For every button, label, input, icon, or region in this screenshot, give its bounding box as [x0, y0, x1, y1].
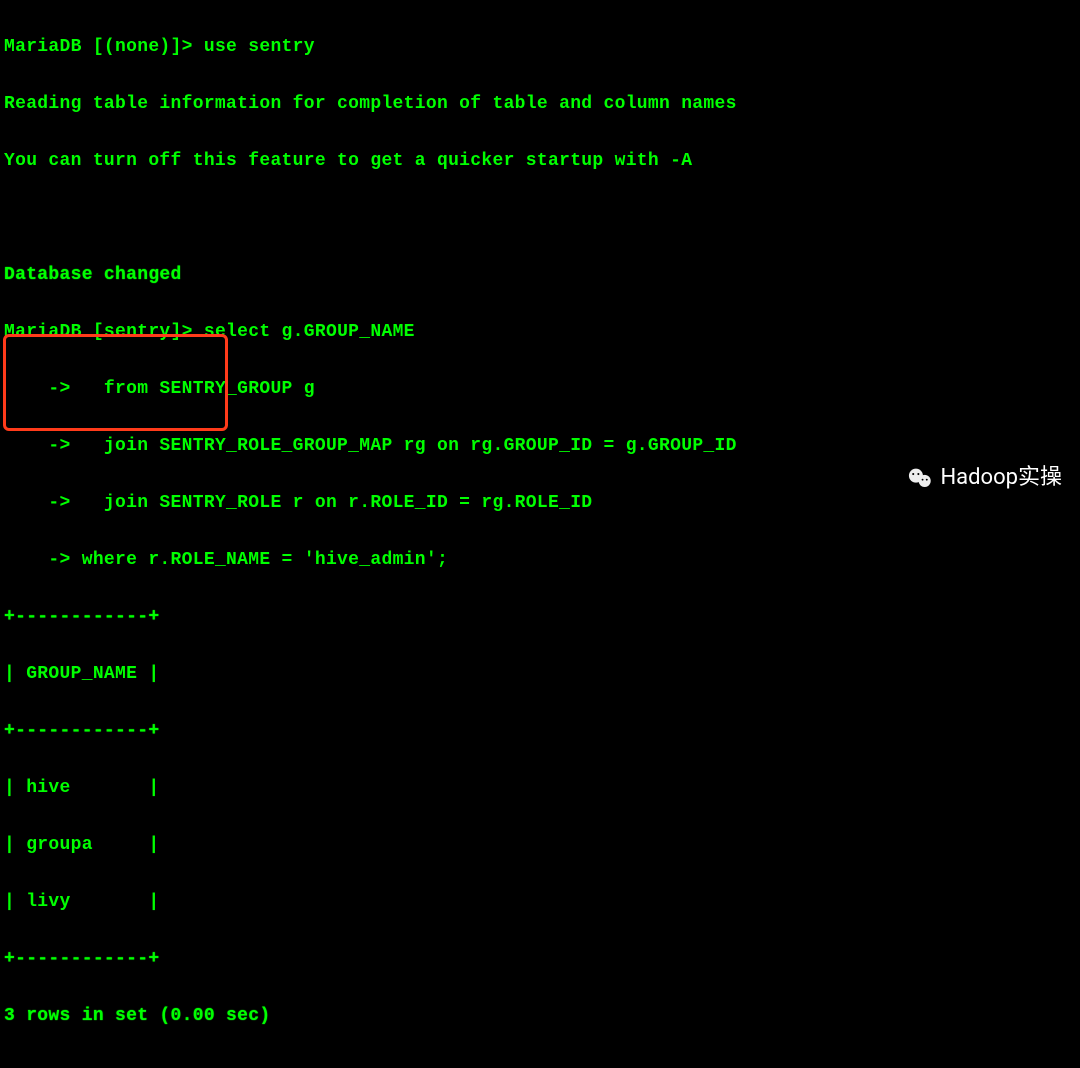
msg-turnoff: You can turn off this feature to get a q…: [4, 147, 1076, 176]
table-sep-bot: +------------+: [4, 945, 1076, 974]
query-l5: where r.ROLE_NAME = 'hive_admin';: [82, 550, 448, 570]
watermark: Hadoop实操: [906, 464, 1062, 493]
result-summary: 3 rows in set (0.00 sec): [4, 1002, 1076, 1031]
blank-line: [4, 1059, 1076, 1068]
prompt-sentry: MariaDB [sentry]>: [4, 322, 204, 342]
query-l3: join SENTRY_ROLE_GROUP_MAP rg on rg.GROU…: [82, 436, 737, 456]
query-l4: join SENTRY_ROLE r on r.ROLE_ID = rg.ROL…: [82, 493, 593, 513]
cmd-use: use sentry: [204, 37, 315, 57]
prompt-none: MariaDB [(none)]>: [4, 37, 204, 57]
query-line-2: -> from SENTRY_GROUP g: [4, 375, 1076, 404]
table-header: | GROUP_NAME |: [4, 660, 1076, 689]
table-sep-mid: +------------+: [4, 717, 1076, 746]
query-line-3: -> join SENTRY_ROLE_GROUP_MAP rg on rg.G…: [4, 432, 1076, 461]
table-row: | livy |: [4, 888, 1076, 917]
cont-prompt: ->: [4, 550, 82, 570]
table-row: | groupa |: [4, 831, 1076, 860]
query-l1: select g.GROUP_NAME: [204, 322, 415, 342]
cont-prompt: ->: [4, 379, 82, 399]
table-row: | hive |: [4, 774, 1076, 803]
cont-prompt: ->: [4, 436, 82, 456]
table-sep-top: +------------+: [4, 603, 1076, 632]
prompt-line: MariaDB [(none)]> use sentry: [4, 33, 1076, 62]
blank-line: [4, 204, 1076, 233]
query-line-4: -> join SENTRY_ROLE r on r.ROLE_ID = rg.…: [4, 489, 1076, 518]
msg-changed: Database changed: [4, 261, 1076, 290]
query-l2: from SENTRY_GROUP g: [82, 379, 315, 399]
cont-prompt: ->: [4, 493, 82, 513]
query-line-1: MariaDB [sentry]> select g.GROUP_NAME: [4, 318, 1076, 347]
watermark-text: Hadoop实操: [940, 464, 1062, 493]
query-line-5: -> where r.ROLE_NAME = 'hive_admin';: [4, 546, 1076, 575]
msg-reading: Reading table information for completion…: [4, 90, 1076, 119]
wechat-icon: [906, 464, 934, 492]
terminal-output[interactable]: MariaDB [(none)]> use sentry Reading tab…: [0, 0, 1080, 1068]
